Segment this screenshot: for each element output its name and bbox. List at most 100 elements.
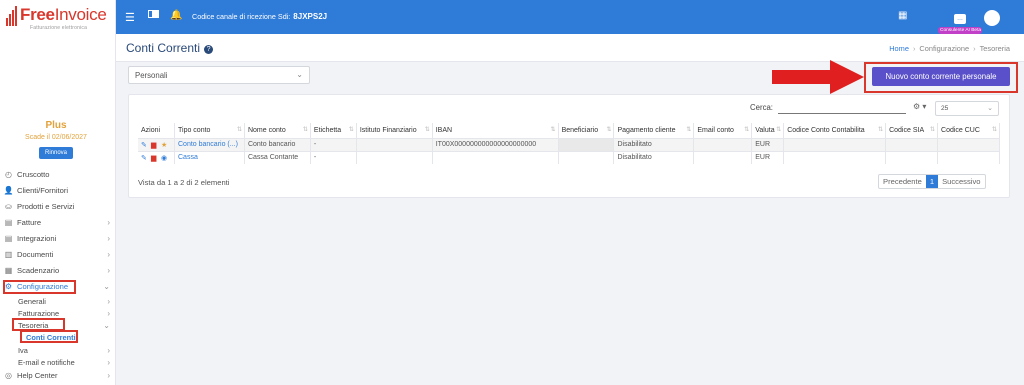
cell-pagamento: Disabilitato	[613, 150, 695, 164]
menu-icon[interactable]: ☰	[125, 11, 135, 24]
column-header-label: Etichetta	[313, 126, 342, 134]
column-header[interactable]: Tipo conto ⇅	[174, 123, 245, 138]
sidebar-item-documenti[interactable]: ▥ Documenti ›	[4, 250, 112, 259]
sidebar-item-cruscotto[interactable]: ◴ Cruscotto	[4, 170, 112, 179]
cell-nome: Cassa Contante	[244, 150, 311, 164]
chevron-right-icon: ›	[107, 371, 110, 380]
logo-bars-icon	[6, 6, 17, 26]
plan-name: Plus	[45, 120, 67, 131]
renew-button[interactable]: Rinnova	[38, 147, 73, 159]
account-type-select[interactable]: Personali ⌄	[128, 66, 310, 84]
chevron-right-icon: ›	[107, 358, 110, 367]
column-header-label: Email conto	[697, 126, 734, 134]
column-header[interactable]: Codice Conto Contabilita ⇅	[783, 123, 887, 138]
sort-icon: ⇅	[424, 127, 430, 133]
cell-valuta: EUR	[751, 150, 785, 164]
sidebar-item-help-center[interactable]: ◎ Help Center ›	[4, 371, 112, 380]
page-size-value: 25	[941, 105, 949, 112]
column-header-label: Pagamento cliente	[617, 126, 676, 134]
page-1-button[interactable]: 1	[925, 175, 939, 188]
search-input[interactable]	[778, 104, 906, 114]
sidebar-item-label: Cruscotto	[17, 170, 50, 179]
column-header-label: Codice Conto Contabilita	[787, 126, 865, 134]
sidebar-item-label: Integrazioni	[17, 234, 57, 243]
trash-icon[interactable]: ▆	[151, 141, 159, 149]
next-page-button[interactable]: Successivo	[938, 175, 984, 188]
cell-beneficiario	[558, 137, 615, 151]
column-header[interactable]: IBAN ⇅	[432, 123, 559, 138]
sidebar-sub-iva[interactable]: Iva ›	[18, 346, 112, 355]
brand-name-light: Invoice	[54, 5, 107, 24]
sidebar-item-label: Fatture	[17, 218, 42, 227]
actions-cell: ✎ ▆ ◉	[138, 150, 175, 164]
column-header[interactable]: Codice SIA ⇅	[885, 123, 939, 138]
column-header[interactable]: Istituto Finanziario ⇅	[356, 123, 433, 138]
trash-icon[interactable]: ▆	[151, 154, 159, 162]
sidebar-sub-fatturazione[interactable]: Fatturazione ›	[18, 309, 112, 318]
column-header[interactable]: Etichetta ⇅	[310, 123, 357, 138]
column-header[interactable]: Email conto ⇅	[693, 123, 753, 138]
highlight-box	[3, 280, 76, 294]
column-header[interactable]: Pagamento cliente ⇅	[613, 123, 695, 138]
help-icon[interactable]: ?	[204, 45, 214, 54]
bell-icon[interactable]: 🔔	[170, 10, 182, 21]
breadcrumb-configurazione[interactable]: Configurazione	[919, 44, 969, 53]
sidebar-sub-email[interactable]: E-mail e notifiche ›	[18, 358, 112, 367]
user-avatar-icon[interactable]	[984, 10, 1000, 26]
sidebar: FreeInvoice Fatturazione elettronica Plu…	[0, 0, 116, 385]
actions-cell: ✎ ▆ ★	[138, 137, 175, 151]
documents-icon: ▥	[4, 250, 13, 259]
eye-icon[interactable]: ◉	[161, 154, 169, 162]
page-size-select[interactable]: 25 ⌄	[935, 101, 999, 116]
calendar-icon: ▦	[4, 266, 13, 275]
breadcrumb: Home › Configurazione › Tesoreria	[889, 44, 1010, 53]
prev-page-button[interactable]: Precedente	[879, 175, 926, 188]
ai-consultant-label: Consulente AI Beta	[938, 27, 982, 34]
cell-istituto	[356, 150, 433, 164]
chevron-right-icon: ›	[107, 309, 110, 318]
column-header[interactable]: Valuta ⇅	[751, 123, 785, 138]
chevron-down-icon: ⌄	[103, 321, 110, 330]
pagination: Precedente 1 Successivo	[878, 174, 986, 189]
page-title-text: Conti Correnti	[126, 41, 201, 55]
flag-icon[interactable]	[148, 10, 159, 20]
new-personal-account-button[interactable]: Nuovo conto corrente personale	[872, 67, 1010, 86]
cell-tipo[interactable]: Cassa	[174, 150, 245, 164]
calendar-icon[interactable]: ▦	[898, 10, 907, 21]
cell-istituto	[356, 137, 433, 151]
sidebar-sub-generali[interactable]: Generali ›	[18, 297, 112, 306]
sdi-label-text: Codice canale di ricezione Sdi:	[192, 12, 291, 21]
sidebar-item-label: Documenti	[17, 250, 54, 259]
gear-icon[interactable]: ⚙ ▾	[913, 102, 926, 111]
sidebar-item-clienti[interactable]: 👤 Clienti/Fornitori	[4, 186, 112, 195]
table-header-row: Azioni Tipo conto ⇅ Nome conto ⇅ Etichetta…	[138, 123, 1000, 138]
accounts-table: Azioni Tipo conto ⇅ Nome conto ⇅ Etichetta…	[138, 123, 1000, 164]
sidebar-item-scadenzario[interactable]: ▦ Scadenzario ›	[4, 266, 112, 275]
star-icon[interactable]: ★	[161, 141, 169, 149]
column-header[interactable]: Nome conto ⇅	[244, 123, 311, 138]
column-header: Azioni	[138, 123, 175, 138]
sidebar-item-label: Help Center	[17, 371, 58, 380]
sidebar-item-fatture[interactable]: ▤ Fatture ›	[4, 218, 112, 227]
sidebar-item-integrazioni[interactable]: ▤ Integrazioni ›	[4, 234, 112, 243]
chevron-right-icon: ›	[107, 250, 110, 259]
account-type-link[interactable]: Cassa	[178, 154, 198, 161]
column-header[interactable]: Beneficiario ⇅	[558, 123, 615, 138]
chat-icon: …	[954, 14, 966, 24]
column-header-label: Istituto Finanziario	[359, 126, 417, 134]
ai-consultant-button[interactable]: … Consulente AI Beta	[938, 7, 982, 34]
chevron-right-icon: ›	[107, 297, 110, 306]
logo[interactable]: FreeInvoice Fatturazione elettronica	[6, 5, 107, 32]
edit-icon[interactable]: ✎	[141, 141, 149, 149]
sort-icon: ⇅	[776, 127, 782, 133]
cell-tipo[interactable]: Conto bancario (...)	[174, 137, 245, 151]
sort-icon: ⇅	[550, 127, 556, 133]
breadcrumb-home[interactable]: Home	[889, 44, 909, 53]
edit-icon[interactable]: ✎	[141, 154, 149, 162]
cell-contab	[783, 137, 887, 151]
column-header[interactable]: Codice CUC ⇅	[937, 123, 1000, 138]
account-type-link[interactable]: Conto bancario (...)	[178, 141, 238, 148]
sdi-code-label: Codice canale di ricezione Sdi: 8JXPS2J	[192, 12, 327, 21]
sidebar-item-prodotti[interactable]: ⛀ Prodotti e Servizi	[4, 202, 112, 211]
sidebar-item-label: Clienti/Fornitori	[17, 186, 69, 195]
